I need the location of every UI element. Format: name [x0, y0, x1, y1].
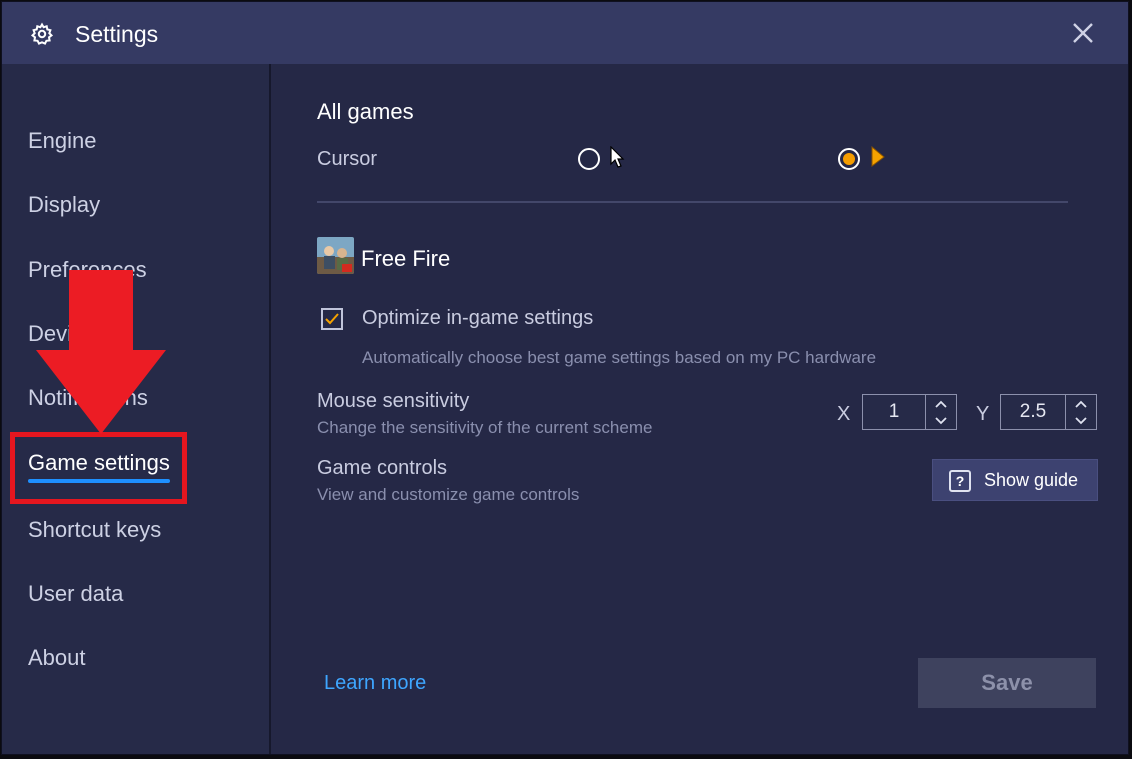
sidebar-item-user-data[interactable]: User data	[28, 581, 123, 607]
all-games-heading: All games	[317, 99, 414, 124]
chevron-down-icon	[935, 416, 947, 424]
sensitivity-y-increment[interactable]	[1066, 395, 1096, 412]
annotation-highlight-box	[10, 432, 187, 504]
red-down-arrow-icon	[36, 270, 166, 434]
mouse-sensitivity-description: Change the sensitivity of the current sc…	[317, 418, 653, 437]
optimize-checkbox[interactable]	[321, 308, 343, 330]
x-axis-label: X	[837, 403, 851, 425]
sensitivity-x-arrows	[926, 395, 956, 429]
optimize-description: Automatically choose best game settings …	[362, 348, 877, 367]
free-fire-game-icon	[317, 237, 354, 274]
cursor-custom-radio[interactable]	[838, 148, 860, 170]
optimize-label: Optimize in-game settings	[362, 307, 594, 329]
sensitivity-x-value[interactable]: 1	[863, 395, 926, 429]
section-divider	[317, 201, 1068, 203]
sidebar-item-shortcut-keys[interactable]: Shortcut keys	[28, 517, 161, 543]
question-icon: ?	[949, 470, 971, 492]
show-guide-label: Show guide	[984, 470, 1079, 490]
sensitivity-x-stepper[interactable]: 1	[862, 394, 957, 430]
white-arrow-cursor-icon	[610, 146, 625, 168]
close-icon[interactable]	[1070, 20, 1096, 46]
sidebar-item-display[interactable]: Display	[28, 192, 100, 218]
sensitivity-x-decrement[interactable]	[926, 412, 956, 429]
learn-more-link[interactable]: Learn more	[324, 672, 426, 695]
bottom-edge	[0, 755, 1132, 759]
title-bar: Settings	[2, 2, 1128, 64]
chevron-up-icon	[935, 400, 947, 408]
gear-icon	[30, 22, 54, 45]
sensitivity-y-arrows	[1066, 395, 1096, 429]
window-title: Settings	[75, 21, 159, 47]
show-guide-button[interactable]: ? Show guide	[932, 459, 1098, 501]
sensitivity-x-increment[interactable]	[926, 395, 956, 412]
sensitivity-y-decrement[interactable]	[1066, 412, 1096, 429]
game-controls-description: View and customize game controls	[317, 485, 580, 504]
sidebar-item-about[interactable]: About	[28, 645, 86, 671]
chevron-up-icon	[1075, 400, 1087, 408]
settings-window: Settings Engine Display Preferences Devi…	[1, 1, 1129, 755]
mouse-sensitivity-label: Mouse sensitivity	[317, 390, 470, 412]
save-button[interactable]: Save	[918, 658, 1096, 708]
game-controls-label: Game controls	[317, 457, 448, 479]
cursor-default-radio[interactable]	[578, 148, 600, 170]
sensitivity-y-value[interactable]: 2.5	[1001, 395, 1066, 429]
game-name: Free Fire	[361, 246, 451, 271]
checkmark-icon	[325, 313, 339, 325]
settings-content: All games Cursor Free Fire Optimize in-g…	[273, 64, 1128, 754]
orange-arrow-cursor-icon	[871, 146, 885, 167]
chevron-down-icon	[1075, 416, 1087, 424]
sensitivity-y-stepper[interactable]: 2.5	[1000, 394, 1097, 430]
sidebar-item-engine[interactable]: Engine	[28, 128, 97, 154]
y-axis-label: Y	[976, 403, 990, 425]
cursor-label: Cursor	[317, 148, 378, 170]
